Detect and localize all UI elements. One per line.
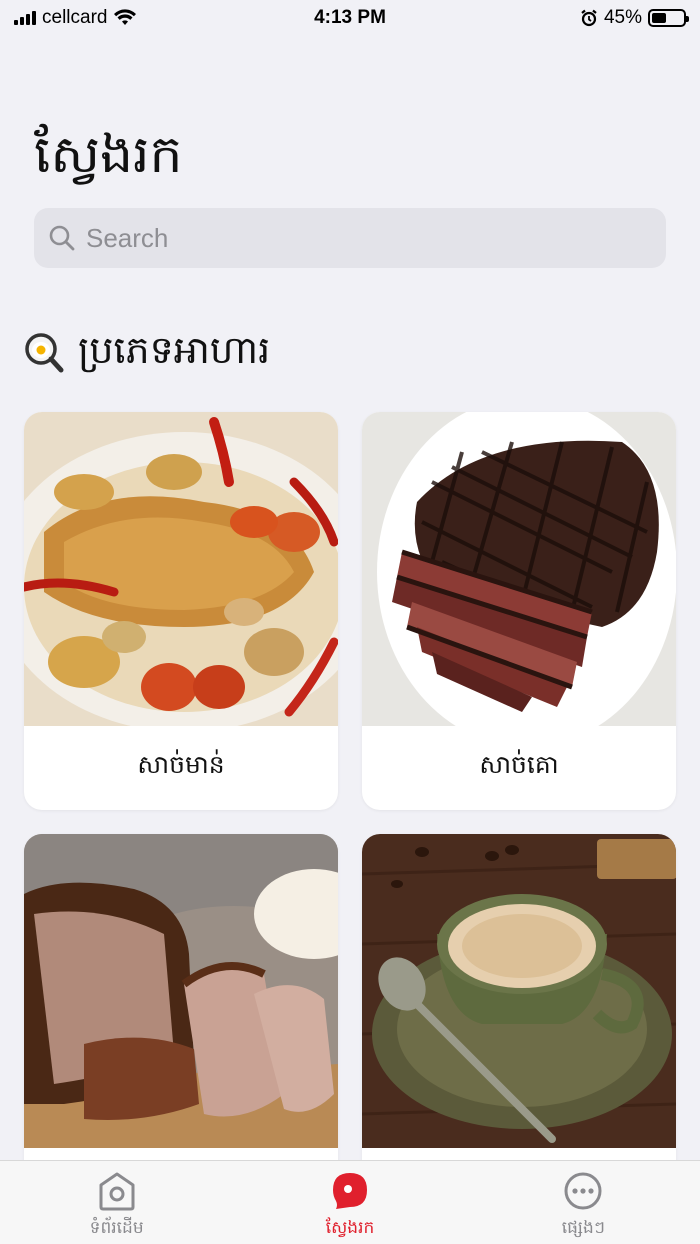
- status-right: 45%: [580, 7, 689, 29]
- tab-bar: ទំព័រដើម ស្វែងរក ផ្សេងៗ: [0, 1160, 700, 1244]
- battery-percent: 45%: [603, 7, 642, 28]
- status-bar: cellcard 4:13 PM 45%: [0, 0, 700, 36]
- status-left: cellcard: [14, 7, 137, 29]
- tab-search[interactable]: ស្វែងរក: [233, 1161, 466, 1244]
- section-title: ប្រភេទអាហារ: [78, 328, 271, 372]
- roast-chicken-image: [24, 412, 338, 726]
- tab-more[interactable]: ផ្សេងៗ: [467, 1161, 700, 1244]
- page-title: ស្វែងរក: [34, 125, 183, 185]
- more-icon: [564, 1172, 602, 1210]
- carrier-name: cellcard: [42, 7, 108, 28]
- coffee-cup-image: [362, 834, 676, 1148]
- grilled-beef-image: [362, 412, 676, 726]
- battery-fill: [652, 13, 666, 23]
- search-icon: [49, 225, 75, 251]
- magnifier-egg-icon: [25, 333, 64, 373]
- search-bubble-icon: [332, 1173, 367, 1209]
- alarm-icon: [581, 9, 597, 27]
- tab-label: ស្វែងរក: [325, 1218, 375, 1238]
- category-label: សាច់មាន់: [137, 750, 225, 779]
- search-input[interactable]: [86, 222, 646, 254]
- tab-label: ទំព័រដើម: [89, 1218, 144, 1238]
- tab-label: ផ្សេងៗ: [561, 1218, 605, 1238]
- section-header: ប្រភេទអាហារ: [24, 326, 270, 382]
- signal-icon: [14, 11, 36, 25]
- wifi-icon: [114, 9, 137, 25]
- roast-pork-image: [24, 834, 338, 1148]
- battery-icon: [648, 9, 689, 27]
- home-icon: [99, 1172, 135, 1211]
- search-bar[interactable]: [34, 208, 666, 268]
- category-label: សាច់គោ: [479, 750, 559, 779]
- tab-home[interactable]: ទំព័រដើម: [0, 1161, 233, 1244]
- category-card-beef[interactable]: សាច់គោ: [362, 412, 676, 810]
- category-card-chicken[interactable]: សាច់មាន់: [24, 412, 338, 810]
